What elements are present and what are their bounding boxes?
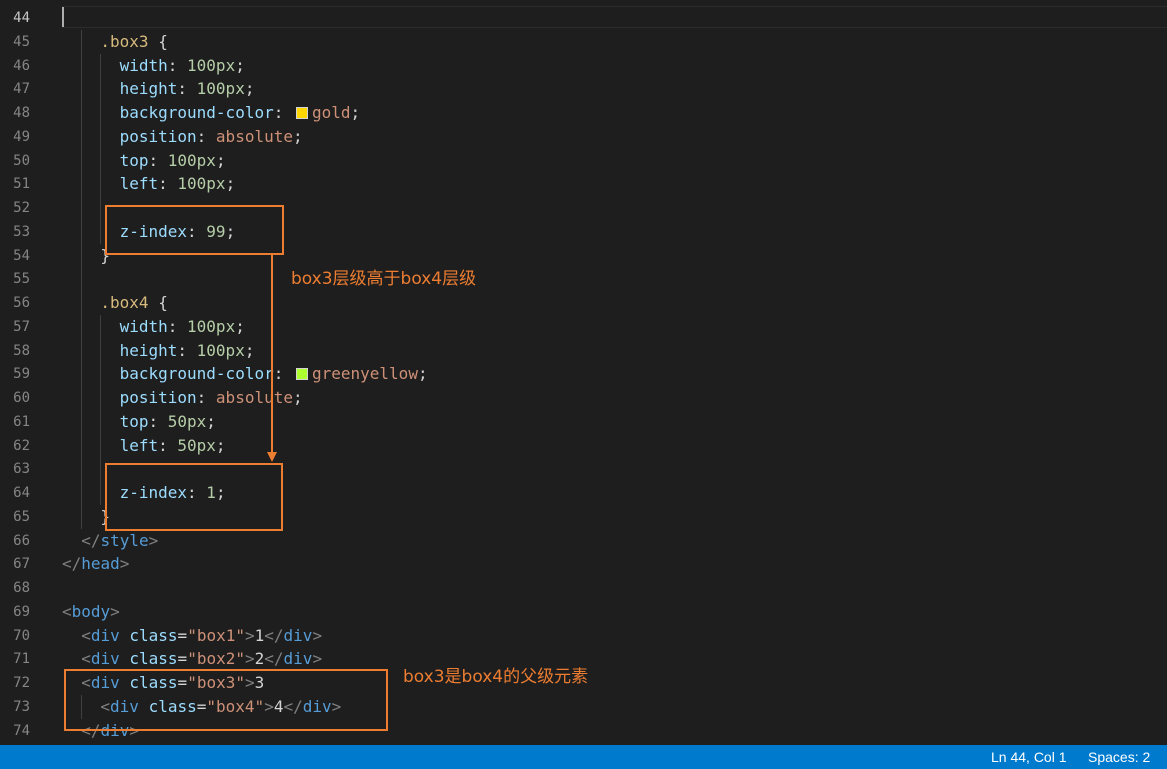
cursor-position-indicator[interactable]: Ln 44, Col 1 [991,745,1067,769]
status-bar: Ln 44, Col 1 Spaces: 2 [0,745,1167,769]
annotation-note-parent: box3是box4的父级元素 [403,667,589,687]
indentation-indicator[interactable]: Spaces: 2 [1088,745,1150,769]
annotation-note-zindex: box3层级高于box4层级 [291,269,477,289]
code-editor[interactable]: 44 45 46 47 48 49 50 51 52 53 54 55 56 57 58 59 60 61 62 63… [0,0,1167,745]
annotation-arrow [267,255,277,462]
